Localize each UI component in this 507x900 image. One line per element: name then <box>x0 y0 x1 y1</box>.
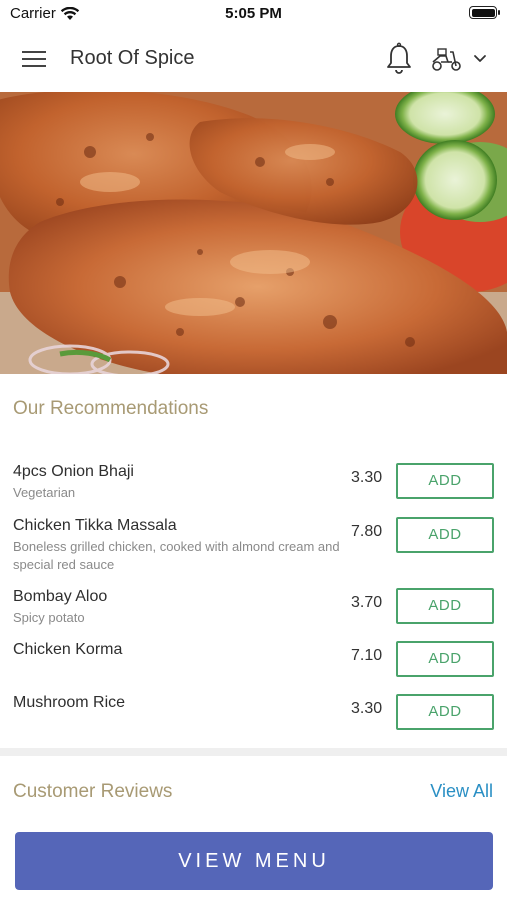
item-description: Boneless grilled chicken, cooked with al… <box>13 539 340 572</box>
item-description: Vegetarian <box>13 485 76 500</box>
scooter-icon[interactable] <box>430 44 464 74</box>
menu-item: Chicken Tikka Massala Boneless grilled c… <box>0 517 507 572</box>
item-name: Bombay Aloo <box>13 588 108 605</box>
chevron-down-icon[interactable] <box>472 52 488 66</box>
app-header: Root Of Spice <box>0 28 507 92</box>
view-all-reviews-link[interactable]: View All <box>430 781 493 802</box>
status-bar: Carrier 5:05 PM <box>0 0 507 28</box>
view-menu-button[interactable]: VIEW MENU <box>15 832 493 890</box>
item-name: Mushroom Rice <box>13 694 126 711</box>
add-button[interactable]: ADD <box>396 588 494 624</box>
item-price: 7.80 <box>351 523 383 540</box>
reviews-title: Customer Reviews <box>13 781 173 802</box>
item-name: Chicken Korma <box>13 641 123 658</box>
battery-icon <box>469 6 500 19</box>
item-name: 4pcs Onion Bhaji <box>13 463 134 480</box>
add-button[interactable]: ADD <box>396 517 494 553</box>
add-button[interactable]: ADD <box>396 641 494 677</box>
recommendations-title: Our Recommendations <box>13 398 209 419</box>
item-price: 3.30 <box>351 700 383 717</box>
add-button[interactable]: ADD <box>396 463 494 499</box>
menu-item: Mushroom Rice 3.30 ADD <box>0 694 507 744</box>
add-button[interactable]: ADD <box>396 694 494 730</box>
menu-item: Bombay Aloo Spicy potato 3.70 ADD <box>0 588 507 638</box>
restaurant-title: Root Of Spice <box>70 47 195 69</box>
menu-item: Chicken Korma 7.10 ADD <box>0 641 507 691</box>
section-divider <box>0 748 507 756</box>
item-description: Spicy potato <box>13 610 85 625</box>
hero-food-image <box>0 92 507 374</box>
menu-item: 4pcs Onion Bhaji Vegetarian 3.30 ADD <box>0 463 507 513</box>
item-price: 3.30 <box>351 469 383 486</box>
item-price: 3.70 <box>351 594 383 611</box>
bell-icon[interactable] <box>384 42 414 76</box>
status-time: 5:05 PM <box>225 5 282 22</box>
hamburger-menu-icon[interactable] <box>22 48 48 70</box>
item-price: 7.10 <box>351 647 383 664</box>
item-name: Chicken Tikka Massala <box>13 517 177 534</box>
